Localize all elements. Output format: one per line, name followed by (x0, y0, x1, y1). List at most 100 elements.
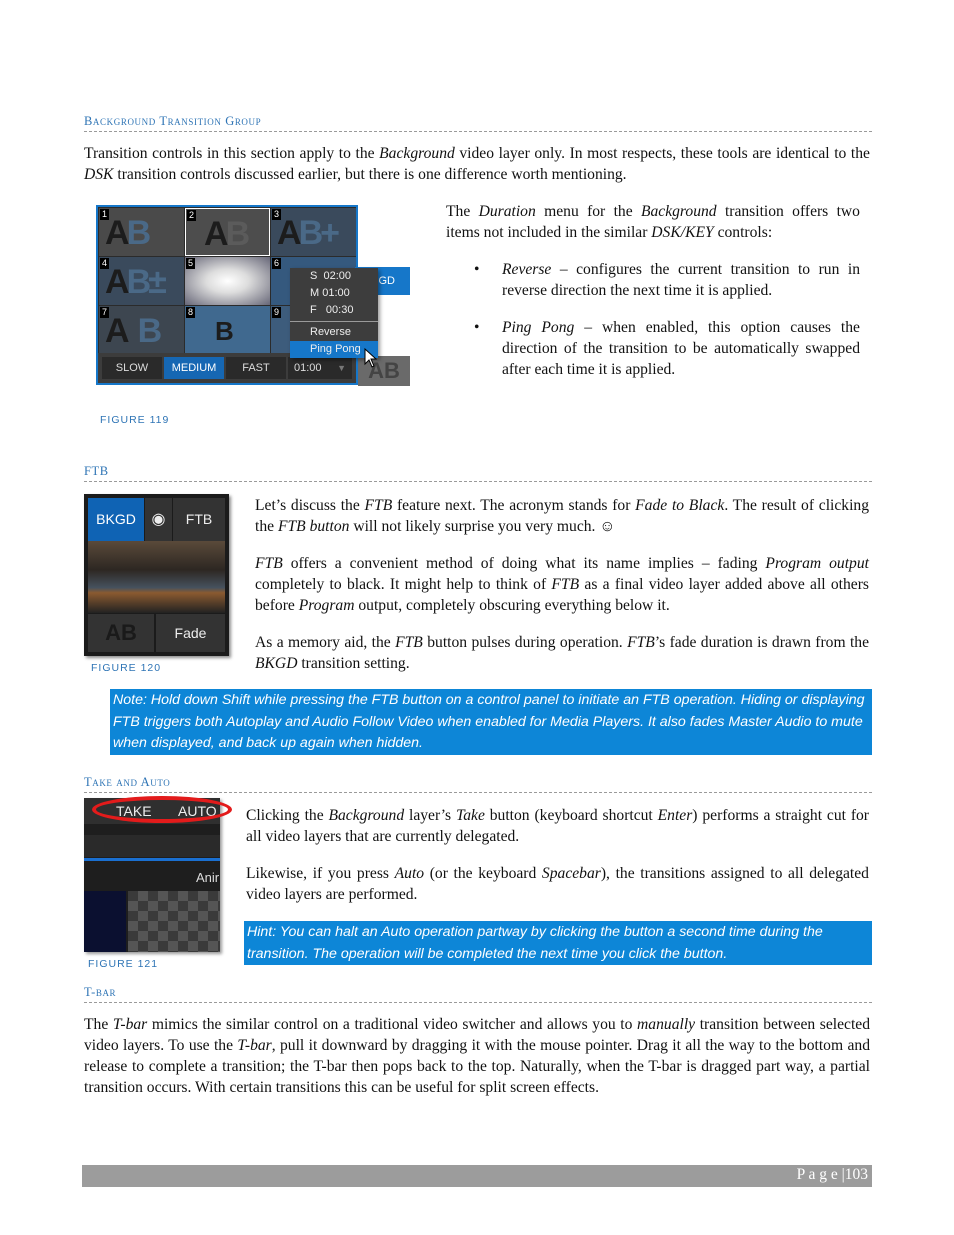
ab-transition-thumbnail[interactable]: AB (88, 614, 154, 652)
emphasis: Background (379, 145, 455, 162)
ftb-button[interactable]: FTB (173, 498, 225, 541)
emphasis: Background (328, 807, 405, 824)
transition-tile[interactable]: 3 AB+ (271, 208, 356, 256)
duration-preset-medium[interactable]: M 01:00 (290, 285, 378, 302)
menu-item-reverse[interactable]: Reverse (290, 324, 378, 341)
text: completely to black. It might help to th… (255, 576, 552, 593)
emphasis: Take (456, 807, 485, 824)
text: transition controls discussed earlier, b… (113, 166, 627, 183)
fade-button[interactable]: Fade (156, 614, 225, 652)
emphasis: FTB (364, 497, 393, 514)
text: ’s fade duration is drawn from the (654, 634, 870, 651)
progress-line (84, 858, 220, 861)
text: Let’s discuss the (255, 497, 365, 514)
section-heading-ftb: FTB (84, 464, 872, 482)
emphasis: Enter (657, 807, 693, 824)
text: The (84, 1016, 113, 1033)
figure-caption: FIGURE 119 (100, 414, 170, 426)
transition-tile-selected[interactable]: 2 AB (185, 208, 270, 256)
tbar-track (84, 835, 220, 857)
ab-glyph: AB (105, 312, 171, 350)
duration-options-list: Reverse – configures the current transit… (474, 259, 860, 396)
speed-fast-button[interactable]: FAST (226, 357, 286, 379)
text: Transition controls in this section appl… (84, 145, 380, 162)
page-footer: P a g e |103 (82, 1165, 872, 1187)
animation-label: Anir (196, 870, 220, 885)
text: button pulses during operation. (422, 634, 628, 651)
transition-tile[interactable]: 7 AB (99, 306, 184, 354)
highlight-ellipse (92, 796, 232, 823)
ab-glyph: AB (105, 214, 151, 252)
section-heading-tbar: T-bar (84, 985, 872, 1003)
text: menu for the (535, 203, 641, 220)
text: Likewise, if you press (246, 865, 395, 882)
ab-glyph: AB± (105, 263, 167, 301)
emphasis: FTB (627, 634, 655, 651)
ftb-paragraph-2: FTB offers a convenient method of doing … (255, 553, 869, 616)
preview-thumbnail (128, 891, 220, 952)
ab-glyph: B (215, 316, 234, 346)
emphasis: T-bar (237, 1037, 272, 1054)
ftb-paragraph-1: Let’s discuss the FTB feature next. The … (255, 495, 869, 537)
emphasis: FTB (255, 555, 283, 572)
preview-thumbnail (84, 891, 126, 952)
text: output, completely obscuring everything … (354, 597, 670, 614)
bkgd-button[interactable]: BKGD (88, 498, 144, 541)
emphasis: BKGD (255, 655, 298, 672)
duration-menu: S 02:00 M 01:00 F 00:30 Reverse Ping Pon… (290, 268, 378, 358)
intro-paragraph: Transition controls in this section appl… (84, 143, 870, 185)
emphasis: DSK (84, 166, 114, 183)
emphasis: FTB (551, 576, 580, 593)
transition-tile[interactable]: 5 (185, 257, 270, 305)
preset-key: M (310, 287, 320, 299)
emphasis: Background (640, 203, 717, 220)
preset-value: 01:00 (322, 287, 350, 299)
text: feature next. The acronym stands for (392, 497, 636, 514)
chevron-down-icon: ▼ (337, 363, 346, 373)
speed-slow-button[interactable]: SLOW (102, 357, 162, 379)
text: button (keyboard shortcut (484, 807, 658, 824)
list-item: Ping Pong – when enabled, this option ca… (474, 317, 860, 380)
speed-medium-button[interactable]: MEDIUM (164, 357, 224, 379)
text: controls: (713, 224, 773, 241)
duration-preset-fast[interactable]: F 00:30 (290, 302, 378, 319)
text: offers a convenient method of doing what… (282, 555, 766, 572)
page-label: P a g e (796, 1166, 838, 1183)
figure-caption: FIGURE 121 (88, 958, 159, 970)
transition-tile[interactable]: 8 B (185, 306, 270, 354)
figure-120-ftb-panel: BKGD ◉ FTB AB Fade (84, 494, 229, 656)
tile-number: 2 (187, 210, 197, 221)
ab-glyph: AB+ (277, 214, 340, 252)
page-number-label: P a g e |103 (797, 1166, 868, 1184)
duration-value: 01:00 (294, 362, 322, 374)
text: Clicking the (246, 807, 329, 824)
tile-number: 6 (272, 258, 282, 269)
figure-caption: FIGURE 120 (91, 662, 162, 674)
emphasis: Fade to Black (635, 497, 725, 514)
preset-key: F (310, 304, 317, 316)
transition-tile[interactable]: 4 AB± (99, 257, 184, 305)
text: As a memory aid, the (255, 634, 396, 651)
text: video layer only. In most respects, thes… (454, 145, 870, 162)
text: will not likely surprise you very much. … (349, 518, 616, 535)
transition-tile[interactable]: 1 AB (99, 208, 184, 256)
page-number: 103 (844, 1166, 868, 1183)
emphasis: Auto (394, 865, 425, 882)
menu-separator (290, 321, 378, 322)
duration-preset-slow[interactable]: S 02:00 (290, 268, 378, 285)
text: layer’s (404, 807, 456, 824)
emphasis: FTB button (277, 518, 350, 535)
eye-icon[interactable]: ◉ (145, 498, 172, 541)
preset-value: 00:30 (325, 304, 354, 316)
duration-dropdown[interactable]: 01:00 ▼ (288, 357, 352, 379)
mouse-cursor-icon (364, 348, 378, 368)
take-paragraph: Clicking the Background layer’s Take but… (246, 805, 869, 847)
emphasis: T-bar (112, 1016, 148, 1033)
hint-callout: Hint: You can halt an Auto operation par… (244, 921, 872, 965)
emphasis: Spacebar (541, 865, 601, 882)
bullet-term: Reverse (502, 261, 552, 278)
text: transition setting. (297, 655, 410, 672)
emphasis: Duration (478, 203, 536, 220)
emphasis: FTB (395, 634, 423, 651)
emphasis: DSK/KEY (651, 224, 714, 241)
